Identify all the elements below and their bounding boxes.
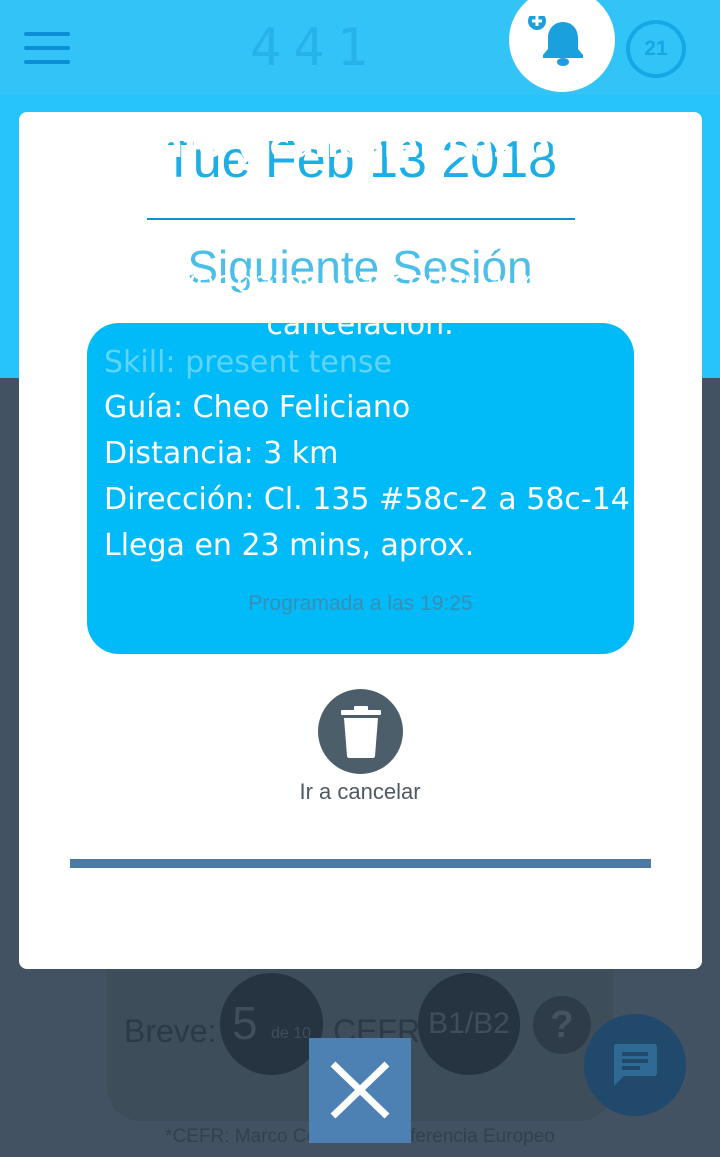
- session-address: Dirección: Cl. 135 #58c-2 a 58c-14: [104, 482, 630, 517]
- score-of: de 10: [271, 1025, 312, 1042]
- tooltip-title: Info y cancelar sesión: [145, 126, 575, 166]
- app-bar: 441 21: [0, 0, 720, 95]
- help-icon[interactable]: ?: [533, 996, 591, 1054]
- breve-label: Breve:: [124, 1013, 217, 1049]
- cancel-session-button[interactable]: [318, 689, 403, 774]
- chat-button[interactable]: [584, 1014, 686, 1116]
- new-session-bell-button[interactable]: [509, 0, 615, 92]
- tooltip-body: Tocando en la campana de nueva sesión, p…: [50, 223, 670, 342]
- score-value: 5: [232, 997, 258, 1049]
- modal-progress-bar: [70, 859, 651, 868]
- cefr-level: B1/B2: [418, 973, 520, 1075]
- bell-plus-icon: [528, 16, 583, 66]
- session-skill: Skill: present tense: [104, 345, 392, 380]
- points-counter: 441: [250, 18, 380, 78]
- level-badge[interactable]: 21: [626, 20, 686, 78]
- session-eta: Llega en 23 mins, aprox.: [104, 528, 475, 563]
- close-icon: [330, 1061, 390, 1119]
- trash-icon: [341, 706, 381, 758]
- close-button[interactable]: [309, 1038, 411, 1143]
- chat-icon: [614, 1044, 657, 1086]
- session-distance: Distancia: 3 km: [104, 436, 339, 471]
- session-guide: Guía: Cheo Feliciano: [104, 390, 411, 425]
- scheduled-time: Programada a las 19:25: [248, 592, 473, 615]
- menu-icon[interactable]: [24, 32, 70, 64]
- cancel-session-label[interactable]: Ir a cancelar: [0, 779, 720, 805]
